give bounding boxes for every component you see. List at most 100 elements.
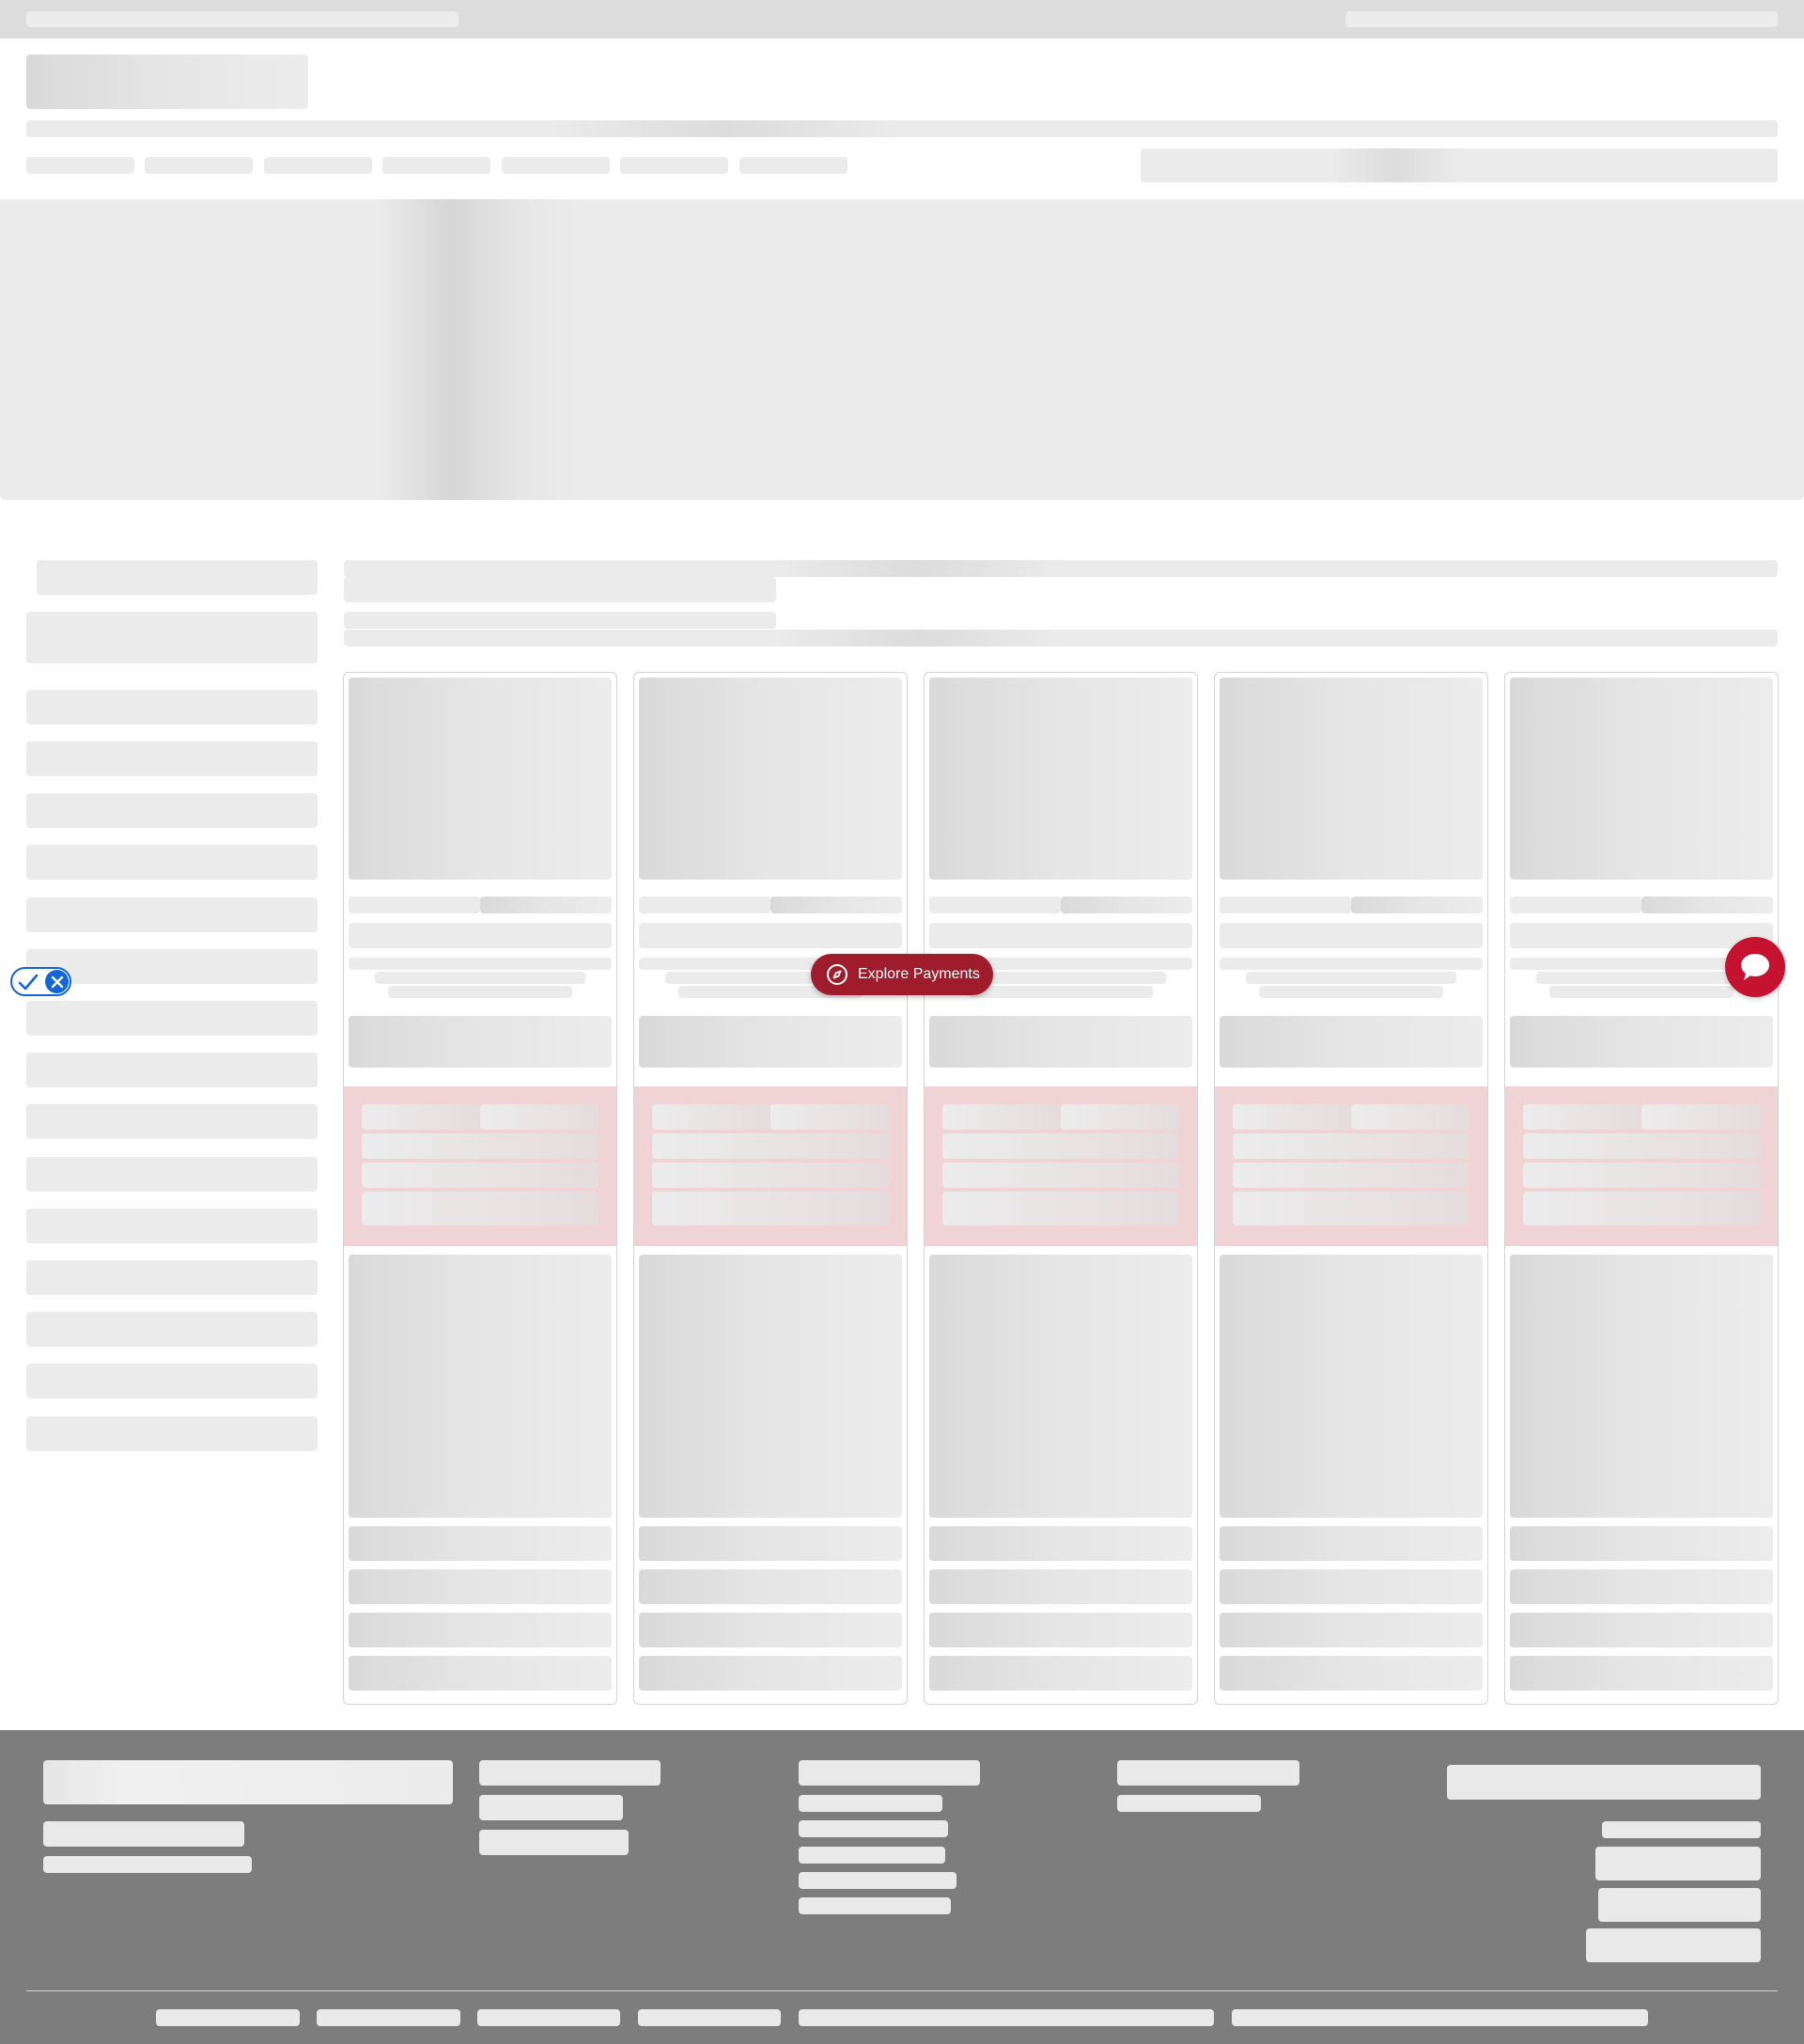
nav-item[interactable] [26, 157, 134, 174]
nav-item[interactable] [264, 157, 372, 174]
card-line [349, 897, 480, 913]
card-row [349, 1526, 612, 1561]
logo-placeholder[interactable] [26, 55, 308, 109]
sidebar-item[interactable] [26, 897, 318, 932]
content-desc-placeholder [344, 612, 776, 629]
sidebar-item[interactable] [26, 1157, 318, 1192]
sidebar-item[interactable] [26, 741, 318, 776]
offer-line [362, 1104, 480, 1130]
offer-line [942, 1104, 1061, 1130]
footer-app-link[interactable] [1602, 1821, 1761, 1838]
card-row [929, 1569, 1192, 1604]
sidebar-item[interactable] [26, 1001, 318, 1036]
offer-line [362, 1162, 599, 1188]
footer-link[interactable] [799, 1897, 951, 1914]
card-line [1641, 897, 1773, 913]
offer-line [1641, 1104, 1760, 1130]
footer-link[interactable] [799, 1872, 956, 1889]
card-line [1220, 958, 1483, 970]
footer-app-badge[interactable] [1595, 1847, 1761, 1880]
card-button-placeholder[interactable] [1220, 1016, 1483, 1068]
product-card[interactable] [1504, 672, 1779, 1705]
offer-line [1233, 1104, 1351, 1130]
sidebar-item[interactable] [26, 793, 318, 828]
footer-link[interactable] [479, 1795, 623, 1820]
footer-app-badge[interactable] [1586, 1928, 1761, 1962]
card-row [1220, 1613, 1483, 1647]
footer-link[interactable] [479, 1830, 629, 1855]
card-button-placeholder[interactable] [349, 1016, 612, 1068]
nav-item[interactable] [620, 157, 728, 174]
page: Explore Payments [0, 0, 1804, 2044]
footer-link[interactable] [1117, 1795, 1261, 1812]
footer-legal-link[interactable] [638, 2009, 781, 2026]
content-desc-line-placeholder [344, 630, 1778, 647]
product-card[interactable] [1214, 672, 1488, 1705]
card-title-placeholder [1220, 923, 1483, 948]
card-row [929, 1613, 1192, 1647]
footer-link[interactable] [799, 1820, 948, 1837]
card-line [375, 972, 585, 984]
offer-line [480, 1104, 599, 1130]
sidebar-item[interactable] [26, 1312, 318, 1347]
card-line [1536, 972, 1747, 984]
footer-app-badge[interactable] [1598, 1888, 1761, 1922]
sidebar-item[interactable] [26, 1209, 318, 1243]
sidebar-block-placeholder[interactable] [26, 612, 318, 663]
card-row [1510, 1526, 1773, 1561]
footer-legal-link[interactable] [477, 2009, 620, 2026]
footer-logo-placeholder [43, 1760, 453, 1804]
product-card[interactable] [633, 672, 908, 1705]
explore-payments-button[interactable]: Explore Payments [811, 954, 993, 995]
card-offer-band [1215, 1086, 1487, 1246]
product-card[interactable] [924, 672, 1198, 1705]
sidebar-item[interactable] [26, 1260, 318, 1295]
card-row [349, 1569, 612, 1604]
offer-line [1351, 1104, 1470, 1130]
footer-link[interactable] [799, 1795, 942, 1812]
footer-link[interactable] [799, 1847, 945, 1864]
product-image-placeholder [639, 678, 902, 880]
card-line [1351, 897, 1483, 913]
footer-legal-link[interactable] [317, 2009, 460, 2026]
card-row [1510, 1613, 1773, 1647]
card-row [639, 1526, 902, 1561]
offer-line [942, 1162, 1179, 1188]
nav-item[interactable] [382, 157, 490, 174]
product-image-placeholder [929, 678, 1192, 880]
product-image-placeholder [1510, 678, 1773, 880]
content-title-placeholder [344, 560, 1778, 577]
sidebar-item[interactable] [26, 1104, 318, 1139]
footer-legal-link[interactable] [156, 2009, 300, 2026]
card-row [1510, 1656, 1773, 1691]
footer-legal-link[interactable] [799, 2009, 1214, 2026]
top-utility-bar [0, 0, 1804, 39]
sidebar-item[interactable] [26, 1364, 318, 1398]
card-offer-band [925, 1086, 1197, 1246]
sidebar-heading-placeholder [37, 560, 318, 595]
header-strip-placeholder [26, 120, 1778, 137]
sidebar-item[interactable] [26, 845, 318, 880]
nav-item[interactable] [739, 157, 848, 174]
search-input-placeholder[interactable] [1141, 148, 1778, 182]
sidebar-item[interactable] [26, 690, 318, 725]
chat-button[interactable] [1725, 937, 1785, 997]
card-button-placeholder[interactable] [929, 1016, 1192, 1068]
offer-line [1523, 1104, 1641, 1130]
card-offer-band [344, 1086, 616, 1246]
card-line [639, 897, 770, 913]
card-line [1220, 897, 1351, 913]
nav-item[interactable] [145, 157, 253, 174]
card-line [1246, 972, 1456, 984]
card-button-placeholder[interactable] [1510, 1016, 1773, 1068]
sidebar-item[interactable] [26, 1053, 318, 1087]
nav-item[interactable] [502, 157, 610, 174]
card-line [969, 986, 1153, 998]
card-button-placeholder[interactable] [639, 1016, 902, 1068]
utility-right-placeholder [1345, 11, 1778, 27]
compass-icon [826, 963, 848, 986]
accessibility-toggle[interactable] [10, 967, 71, 996]
sidebar-item[interactable] [26, 1416, 318, 1451]
card-row [349, 1613, 612, 1647]
product-card[interactable] [343, 672, 617, 1705]
